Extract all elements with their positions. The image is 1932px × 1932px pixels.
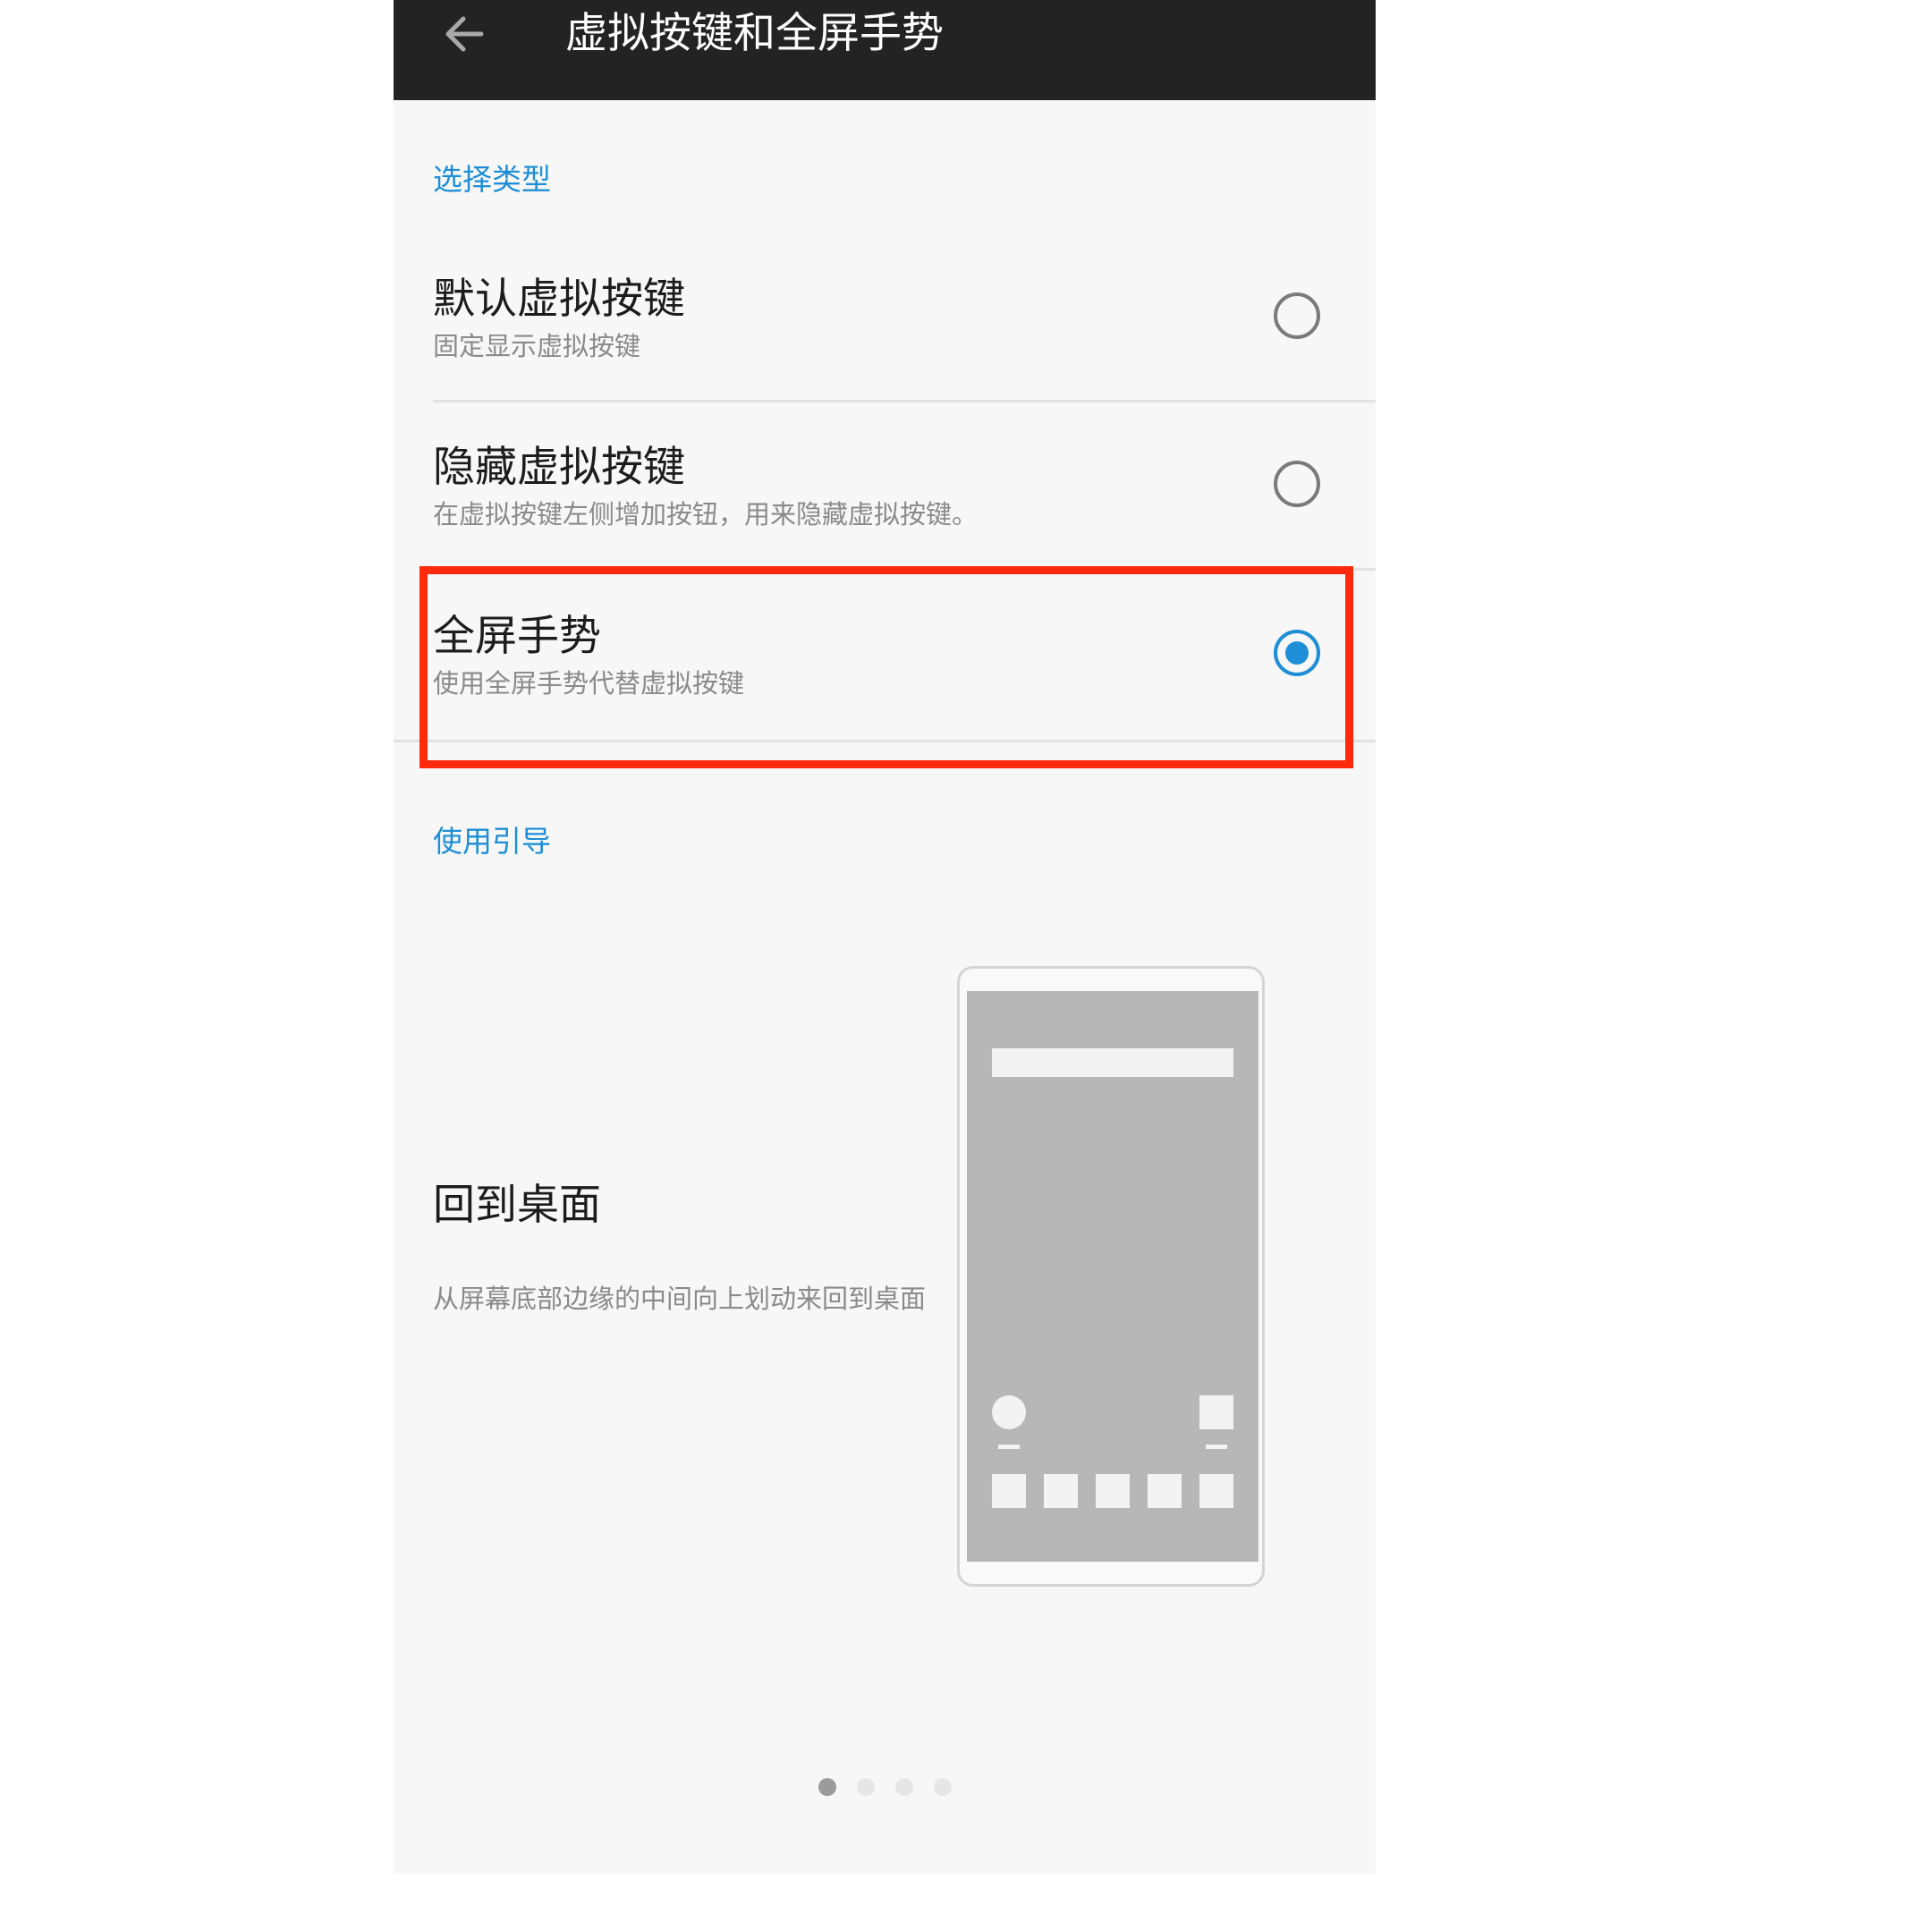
illustration-app-icon <box>1199 1395 1233 1429</box>
back-button[interactable] <box>436 5 494 63</box>
option-description: 使用全屏手势代替虚拟按键 <box>433 668 745 699</box>
page-indicator-dot[interactable] <box>934 1778 952 1796</box>
option-title: 隐藏虚拟按键 <box>433 443 685 492</box>
option-fullscreen-gestures[interactable]: 全屏手势 使用全屏手势代替虚拟按键 <box>394 610 1376 780</box>
illustration-dock-icon <box>992 1474 1026 1508</box>
option-title: 全屏手势 <box>433 612 601 661</box>
divider <box>394 740 1376 742</box>
illustration-dock-icon <box>1044 1474 1078 1508</box>
illustration-dock-icon <box>1096 1474 1130 1508</box>
guide-description: 从屏幕底部边缘的中间向上划动来回到桌面 <box>433 1284 927 1314</box>
phone-screen: 虚拟按键和全屏手势 选择类型 默认虚拟按键 固定显示虚拟按键 隐藏虚拟按键 在虚… <box>394 0 1376 1874</box>
page-title: 虚拟按键和全屏手势 <box>565 9 944 58</box>
page-indicator-dot[interactable] <box>895 1778 913 1796</box>
illustration-app-label <box>998 1445 1020 1449</box>
option-title: 默认虚拟按键 <box>433 275 685 324</box>
radio-button-selected[interactable] <box>1274 630 1320 676</box>
illustration-search-bar <box>992 1048 1233 1077</box>
illustration-screen <box>967 991 1258 1562</box>
page-indicator-dot-active[interactable] <box>818 1778 836 1796</box>
app-bar: 虚拟按键和全屏手势 <box>394 0 1376 100</box>
illustration-dock-icon <box>1199 1474 1233 1508</box>
section-header-usage-guide: 使用引导 <box>433 824 551 859</box>
option-description: 在虚拟按键左侧增加按钮，用来隐藏虚拟按键。 <box>433 499 979 530</box>
section-header-select-type: 选择类型 <box>433 162 551 197</box>
option-description: 固定显示虚拟按键 <box>433 331 641 361</box>
illustration-app-icon <box>992 1395 1026 1429</box>
illustration-app-label <box>1206 1445 1227 1449</box>
radio-button[interactable] <box>1274 461 1320 507</box>
arrow-left-icon <box>445 16 484 52</box>
guide-title: 回到桌面 <box>433 1181 601 1230</box>
phone-illustration <box>957 966 1265 1587</box>
radio-button[interactable] <box>1274 292 1320 339</box>
illustration-dock-icon <box>1148 1474 1182 1508</box>
divider <box>433 400 1376 402</box>
divider <box>433 568 1376 571</box>
page-indicator-dot[interactable] <box>857 1778 875 1796</box>
option-hide-virtual-keys[interactable]: 隐藏虚拟按键 在虚拟按键左侧增加按钮，用来隐藏虚拟按键。 <box>394 441 1376 611</box>
option-default-virtual-keys[interactable]: 默认虚拟按键 固定显示虚拟按键 <box>394 273 1376 443</box>
